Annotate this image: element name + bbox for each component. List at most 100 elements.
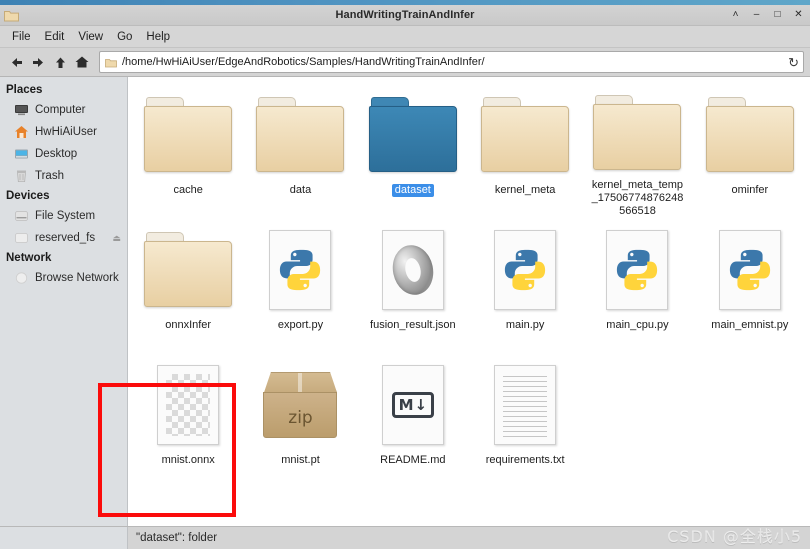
file-list-view[interactable]: cache data dataset kernel_meta kernel_me… [128, 77, 810, 526]
sidebar: Places Computer HwHiAiUser Desktop Trash… [0, 77, 128, 526]
file-item-export-py[interactable]: export.py [244, 218, 356, 353]
reload-icon[interactable]: ↻ [788, 56, 799, 69]
file-label: onnxInfer [165, 319, 212, 331]
sidebar-item-browse-network[interactable]: Browse Network [0, 267, 127, 289]
sidebar-item-label: reserved_fs [35, 232, 96, 244]
file-item-cache[interactable]: cache [132, 83, 244, 218]
eject-icon[interactable]: ⏏ [112, 233, 121, 243]
sidebar-item-hwhiaiuser[interactable]: HwHiAiUser [0, 121, 127, 143]
sidebar-item-desktop[interactable]: Desktop [0, 143, 127, 165]
file-label: dataset [391, 184, 434, 197]
sidebar-item-label: Browse Network [35, 272, 119, 284]
file-item-requirements-txt[interactable]: requirements.txt [469, 353, 581, 488]
file-manager-window: HandWritingTrainAndInfer ˄ – □ ✕ File Ed… [0, 0, 810, 549]
menu-item-file[interactable]: File [5, 29, 38, 45]
python-file-icon [606, 222, 669, 318]
archive-box-icon: zip [263, 357, 338, 453]
status-bar-sidebar-spacer [0, 527, 128, 549]
file-item-main-py[interactable]: main.py [469, 218, 581, 353]
home-folder-icon [14, 125, 29, 139]
file-label: main.py [505, 319, 545, 331]
file-item-mnist-pt[interactable]: zip mnist.pt [244, 353, 356, 488]
file-item-main-emnist-py[interactable]: main_emnist.py [694, 218, 806, 353]
toolbar: /home/HwHiAiUser/EdgeAndRobotics/Samples… [0, 48, 810, 77]
folder-icon [481, 87, 570, 183]
markdown-file-icon: M ↓ [381, 357, 444, 453]
file-label: main_emnist.py [711, 319, 789, 331]
sidebar-item-reserved-fs[interactable]: reserved_fs ⏏ [0, 227, 127, 249]
file-label: requirements.txt [485, 454, 565, 466]
path-bar[interactable]: /home/HwHiAiUser/EdgeAndRobotics/Samples… [99, 51, 804, 73]
folder-icon-selected [368, 87, 457, 183]
file-item-kernel-meta[interactable]: kernel_meta [469, 83, 581, 218]
desktop-icon [14, 147, 29, 161]
arrow-down-icon: ↓ [414, 395, 428, 414]
python-file-icon [269, 222, 332, 318]
file-label: kernel_meta [494, 184, 556, 196]
menu-bar: File Edit View Go Help [0, 26, 810, 48]
drive-icon [14, 209, 29, 223]
file-label: kernel_meta_temp_17506774876248566518 [591, 179, 684, 217]
folder-icon [705, 87, 794, 183]
python-file-icon [494, 222, 557, 318]
window-controls: ˄ – □ ✕ [730, 5, 804, 25]
file-item-mnist-onnx[interactable]: mnist.onnx [132, 353, 244, 488]
file-item-onnxinfer[interactable]: onnxInfer [132, 218, 244, 353]
path-folder-icon [105, 57, 117, 68]
sidebar-heading-places: Places [6, 84, 43, 96]
sidebar-heading-devices: Devices [6, 190, 50, 202]
file-item-data[interactable]: data [244, 83, 356, 218]
folder-icon [256, 87, 345, 183]
file-label: mnist.pt [281, 454, 320, 466]
menu-item-go[interactable]: Go [110, 29, 139, 45]
onnx-file-icon [157, 357, 220, 453]
file-label: README.md [380, 454, 446, 466]
sidebar-item-label: HwHiAiUser [35, 126, 97, 138]
file-label: ominfer [731, 184, 769, 196]
markdown-badge-letter: M [398, 395, 414, 414]
title-bar[interactable]: HandWritingTrainAndInfer ˄ – □ ✕ [0, 5, 810, 26]
python-file-icon [718, 222, 781, 318]
menu-item-view[interactable]: View [71, 29, 110, 45]
file-item-main-cpu-py[interactable]: main_cpu.py [581, 218, 693, 353]
sidebar-item-label: Desktop [35, 148, 78, 160]
file-label: data [289, 184, 312, 196]
file-label: fusion_result.json [370, 319, 456, 331]
file-item-readme-md[interactable]: M ↓ README.md [357, 353, 469, 488]
sidebar-item-label: Computer [35, 104, 86, 116]
file-label: main_cpu.py [606, 319, 669, 331]
minimize-button[interactable]: – [751, 10, 762, 21]
folder-icon [593, 87, 682, 178]
network-icon [14, 271, 29, 285]
window-content: Places Computer HwHiAiUser Desktop Trash… [0, 77, 810, 526]
file-item-dataset[interactable]: dataset [357, 83, 469, 218]
file-item-kernel-meta-temp[interactable]: kernel_meta_temp_17506774876248566518 [581, 83, 693, 218]
json-file-icon [381, 222, 444, 318]
shade-button[interactable]: ˄ [730, 10, 741, 21]
watermark: CSDN @全栈小5 [667, 527, 802, 546]
trash-icon [14, 169, 29, 183]
back-button[interactable] [6, 52, 26, 72]
up-button[interactable] [50, 52, 70, 72]
home-button[interactable] [72, 52, 92, 72]
menu-item-edit[interactable]: Edit [38, 29, 72, 45]
window-title: HandWritingTrainAndInfer [335, 9, 475, 21]
menu-item-help[interactable]: Help [139, 29, 177, 45]
file-item-fusion-result-json[interactable]: fusion_result.json [357, 218, 469, 353]
file-label: cache [173, 184, 203, 196]
sidebar-item-trash[interactable]: Trash [0, 165, 127, 187]
sidebar-item-label: Trash [35, 170, 64, 182]
file-item-ominfer[interactable]: ominfer [694, 83, 806, 218]
sidebar-heading-network: Network [6, 252, 52, 264]
file-label: export.py [277, 319, 324, 331]
maximize-button[interactable]: □ [772, 10, 783, 21]
zip-badge-label: zip [288, 408, 313, 428]
close-button[interactable]: ✕ [793, 10, 804, 21]
computer-icon [14, 103, 29, 117]
text-file-icon [494, 357, 557, 453]
sidebar-item-computer[interactable]: Computer [0, 99, 127, 121]
forward-button[interactable] [28, 52, 48, 72]
file-label: mnist.onnx [161, 454, 215, 466]
sidebar-item-file-system[interactable]: File System [0, 205, 127, 227]
sidebar-item-label: File System [35, 210, 96, 222]
